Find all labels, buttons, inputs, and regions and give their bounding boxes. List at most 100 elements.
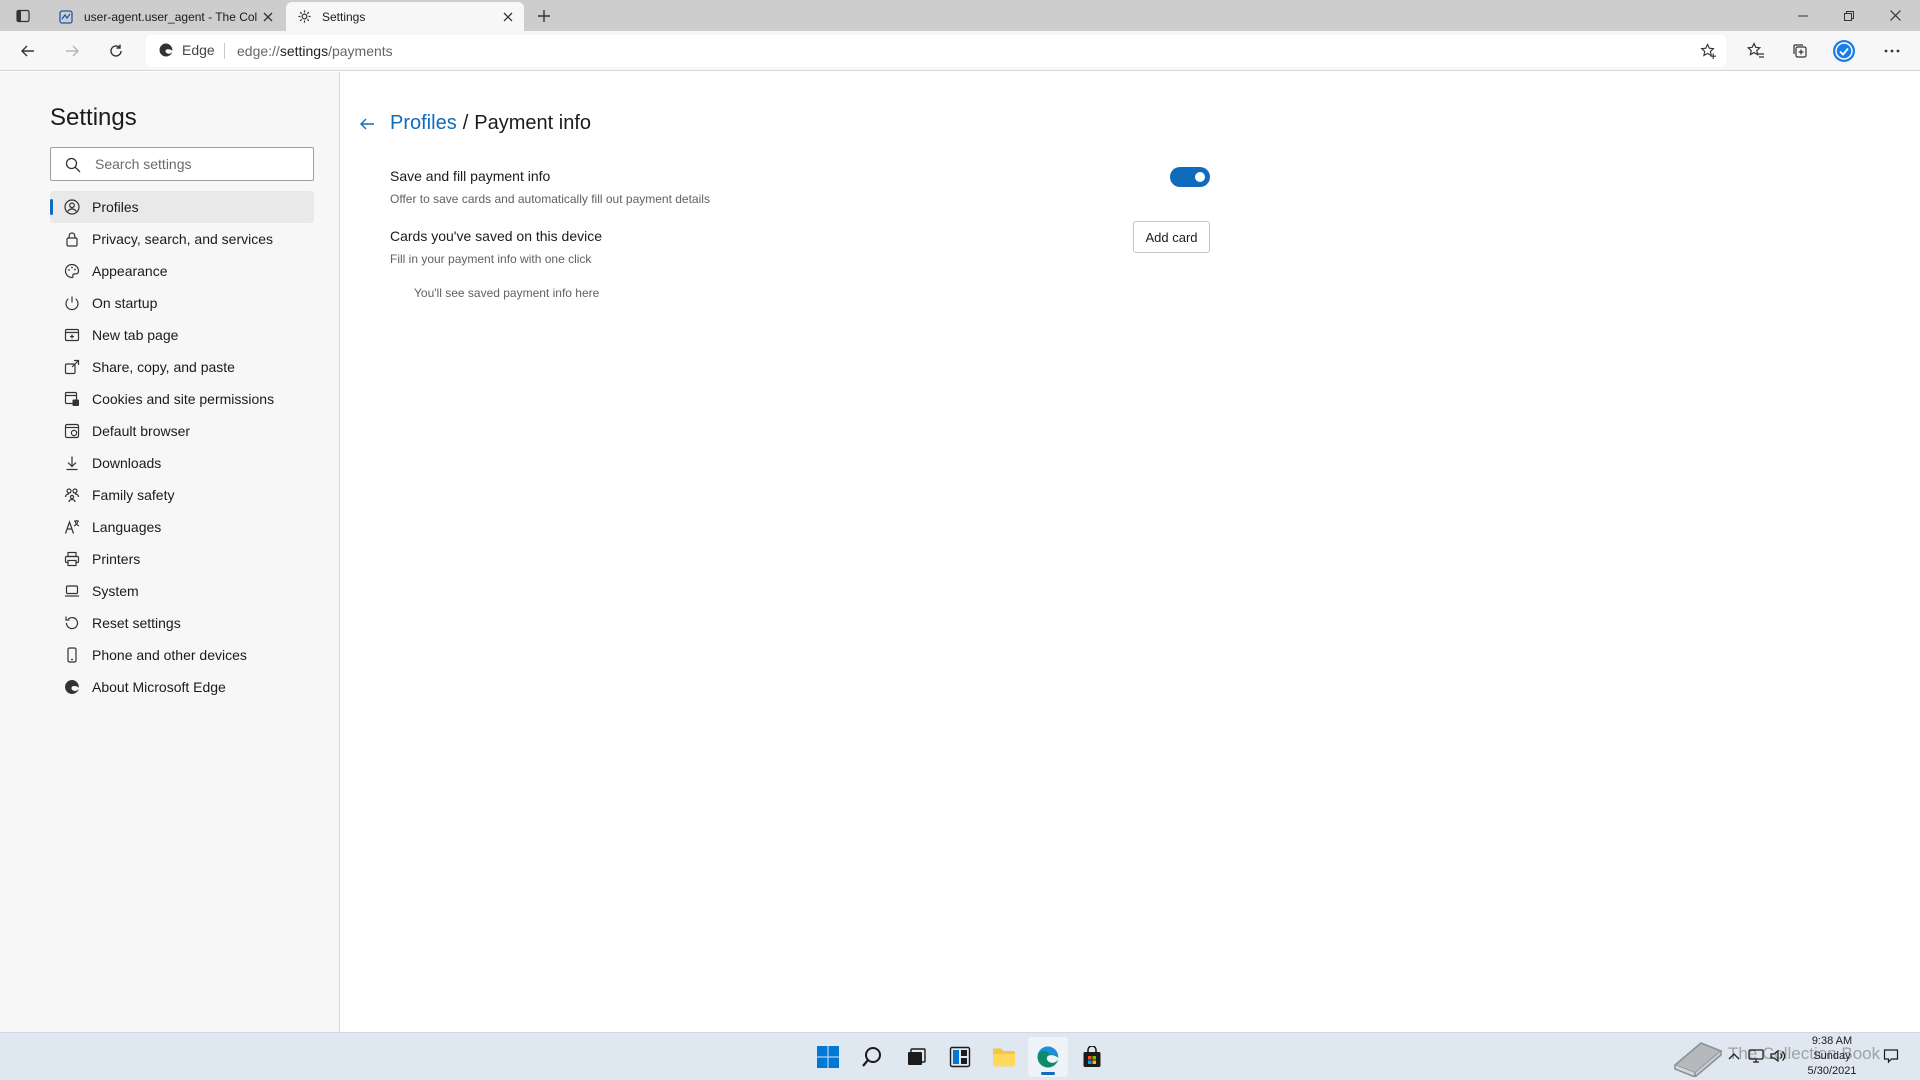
tab-actions-icon[interactable] [10, 6, 36, 26]
store-button[interactable] [1072, 1037, 1112, 1077]
minimize-icon [1798, 15, 1808, 16]
back-arrow-button[interactable] [355, 112, 379, 136]
tab-settings[interactable]: Settings [286, 2, 524, 31]
notifications-button[interactable] [1880, 1045, 1902, 1067]
volume-icon [1770, 1049, 1786, 1063]
edge-icon [159, 43, 173, 57]
more-options-button[interactable] [1876, 36, 1908, 66]
sidebar-item-downloads[interactable]: Downloads [50, 447, 314, 479]
new-tab-button[interactable] [532, 5, 556, 27]
sidebar-item-label: Appearance [92, 263, 168, 279]
widgets-button[interactable] [940, 1037, 980, 1077]
save-fill-toggle[interactable] [1170, 167, 1210, 187]
site-identity-label: Edge [182, 42, 215, 58]
star-add-icon [1699, 42, 1716, 59]
refresh-button[interactable] [100, 36, 132, 66]
toggle-knob [1195, 172, 1205, 182]
forward-button[interactable] [56, 36, 88, 66]
task-view-button[interactable] [896, 1037, 936, 1077]
sidebar-item-reset-settings[interactable]: Reset settings [50, 607, 314, 639]
settings-sidebar: Settings Profiles Privacy, search, and s… [0, 72, 340, 1032]
download-icon [63, 454, 81, 472]
browser-icon [63, 422, 81, 440]
favorites-icon [1747, 42, 1764, 58]
avatar-icon [1833, 40, 1855, 62]
close-window-button[interactable] [1872, 0, 1918, 31]
search-box[interactable] [50, 147, 314, 181]
collections-icon [1793, 44, 1807, 58]
arrow-left-icon [21, 45, 34, 57]
sidebar-item-default-browser[interactable]: Default browser [50, 415, 314, 447]
empty-cards-message: You'll see saved payment info here [414, 286, 600, 300]
sidebar-item-cookies[interactable]: Cookies and site permissions [50, 383, 314, 415]
url-host: settings [279, 43, 329, 59]
sidebar-item-profiles[interactable]: Profiles [50, 191, 314, 223]
profile-button[interactable] [1828, 36, 1860, 66]
power-icon [63, 294, 81, 312]
breadcrumb: Profiles / Payment info [390, 112, 591, 135]
taskbar: The Collection Book 9:38 AM Sunday 5/30/… [0, 1032, 1920, 1080]
settings-nav: Profiles Privacy, search, and services A… [50, 191, 314, 703]
lock-icon [63, 230, 81, 248]
navigation-bar: Edge edge://settings/payments [0, 31, 1920, 71]
url-text[interactable]: edge://settings/payments [237, 43, 393, 59]
edge-taskbar-button[interactable] [1028, 1037, 1068, 1077]
edge-icon [1037, 1046, 1059, 1068]
sidebar-item-printers[interactable]: Printers [50, 543, 314, 575]
sidebar-item-label: On startup [92, 295, 158, 311]
language-icon [63, 518, 81, 536]
tab-user-agent[interactable]: user-agent.user_agent - The Coll [48, 2, 284, 31]
site-identity[interactable]: Edge [158, 42, 215, 58]
tab-strip: user-agent.user_agent - The Coll Setting… [0, 0, 1920, 31]
add-card-button[interactable]: Add card [1133, 221, 1210, 253]
reset-icon [63, 614, 81, 632]
sidebar-item-phone-devices[interactable]: Phone and other devices [50, 639, 314, 671]
sidebar-item-languages[interactable]: Languages [50, 511, 314, 543]
folder-icon [993, 1048, 1015, 1067]
more-icon [1884, 49, 1900, 53]
main-content: Profiles / Payment info Save and fill pa… [341, 72, 1920, 1032]
sidebar-item-family-safety[interactable]: Family safety [50, 479, 314, 511]
clock-day: Sunday [1813, 1050, 1851, 1062]
minimize-button[interactable] [1780, 0, 1826, 31]
tab-title: user-agent.user_agent - The Coll [84, 9, 258, 24]
phone-icon [63, 646, 81, 664]
show-hidden-icons[interactable] [1724, 1045, 1744, 1067]
saved-cards-title: Cards you've saved on this device [390, 228, 603, 244]
close-tab-icon[interactable] [498, 7, 518, 27]
add-favorite-button[interactable] [1696, 40, 1720, 62]
network-button[interactable] [1746, 1045, 1766, 1067]
sidebar-item-about[interactable]: About Microsoft Edge [50, 671, 314, 703]
back-button[interactable] [12, 36, 44, 66]
file-explorer-button[interactable] [984, 1037, 1024, 1077]
address-bar[interactable]: Edge edge://settings/payments [146, 35, 1726, 67]
search-input[interactable] [95, 154, 305, 174]
system-clock[interactable]: 9:38 AM Sunday 5/30/2021 [1792, 1034, 1872, 1079]
sidebar-item-appearance[interactable]: Appearance [50, 255, 314, 287]
sidebar-item-privacy[interactable]: Privacy, search, and services [50, 223, 314, 255]
settings-title: Settings [50, 104, 137, 131]
printer-icon [63, 550, 81, 568]
sidebar-item-new-tab-page[interactable]: New tab page [50, 319, 314, 351]
maximize-button[interactable] [1826, 0, 1872, 31]
family-icon [63, 486, 81, 504]
breadcrumb-profiles-link[interactable]: Profiles [390, 112, 457, 135]
favorites-button[interactable] [1740, 36, 1772, 66]
close-icon [1889, 10, 1901, 21]
sidebar-item-label: System [92, 583, 139, 599]
tab-title: Settings [322, 9, 366, 24]
share-icon [63, 358, 81, 376]
search-button[interactable] [852, 1037, 892, 1077]
save-fill-title: Save and fill payment info [390, 168, 551, 184]
sidebar-item-system[interactable]: System [50, 575, 314, 607]
sidebar-item-on-startup[interactable]: On startup [50, 287, 314, 319]
network-icon [1748, 1049, 1764, 1063]
sidebar-item-share-copy-paste[interactable]: Share, copy, and paste [50, 351, 314, 383]
collections-button[interactable] [1784, 36, 1816, 66]
close-tab-icon[interactable] [258, 7, 278, 27]
start-button[interactable] [808, 1037, 848, 1077]
divider [224, 43, 225, 59]
volume-button[interactable] [1768, 1045, 1788, 1067]
sidebar-item-label: Share, copy, and paste [92, 359, 235, 375]
cookies-icon [63, 390, 81, 408]
